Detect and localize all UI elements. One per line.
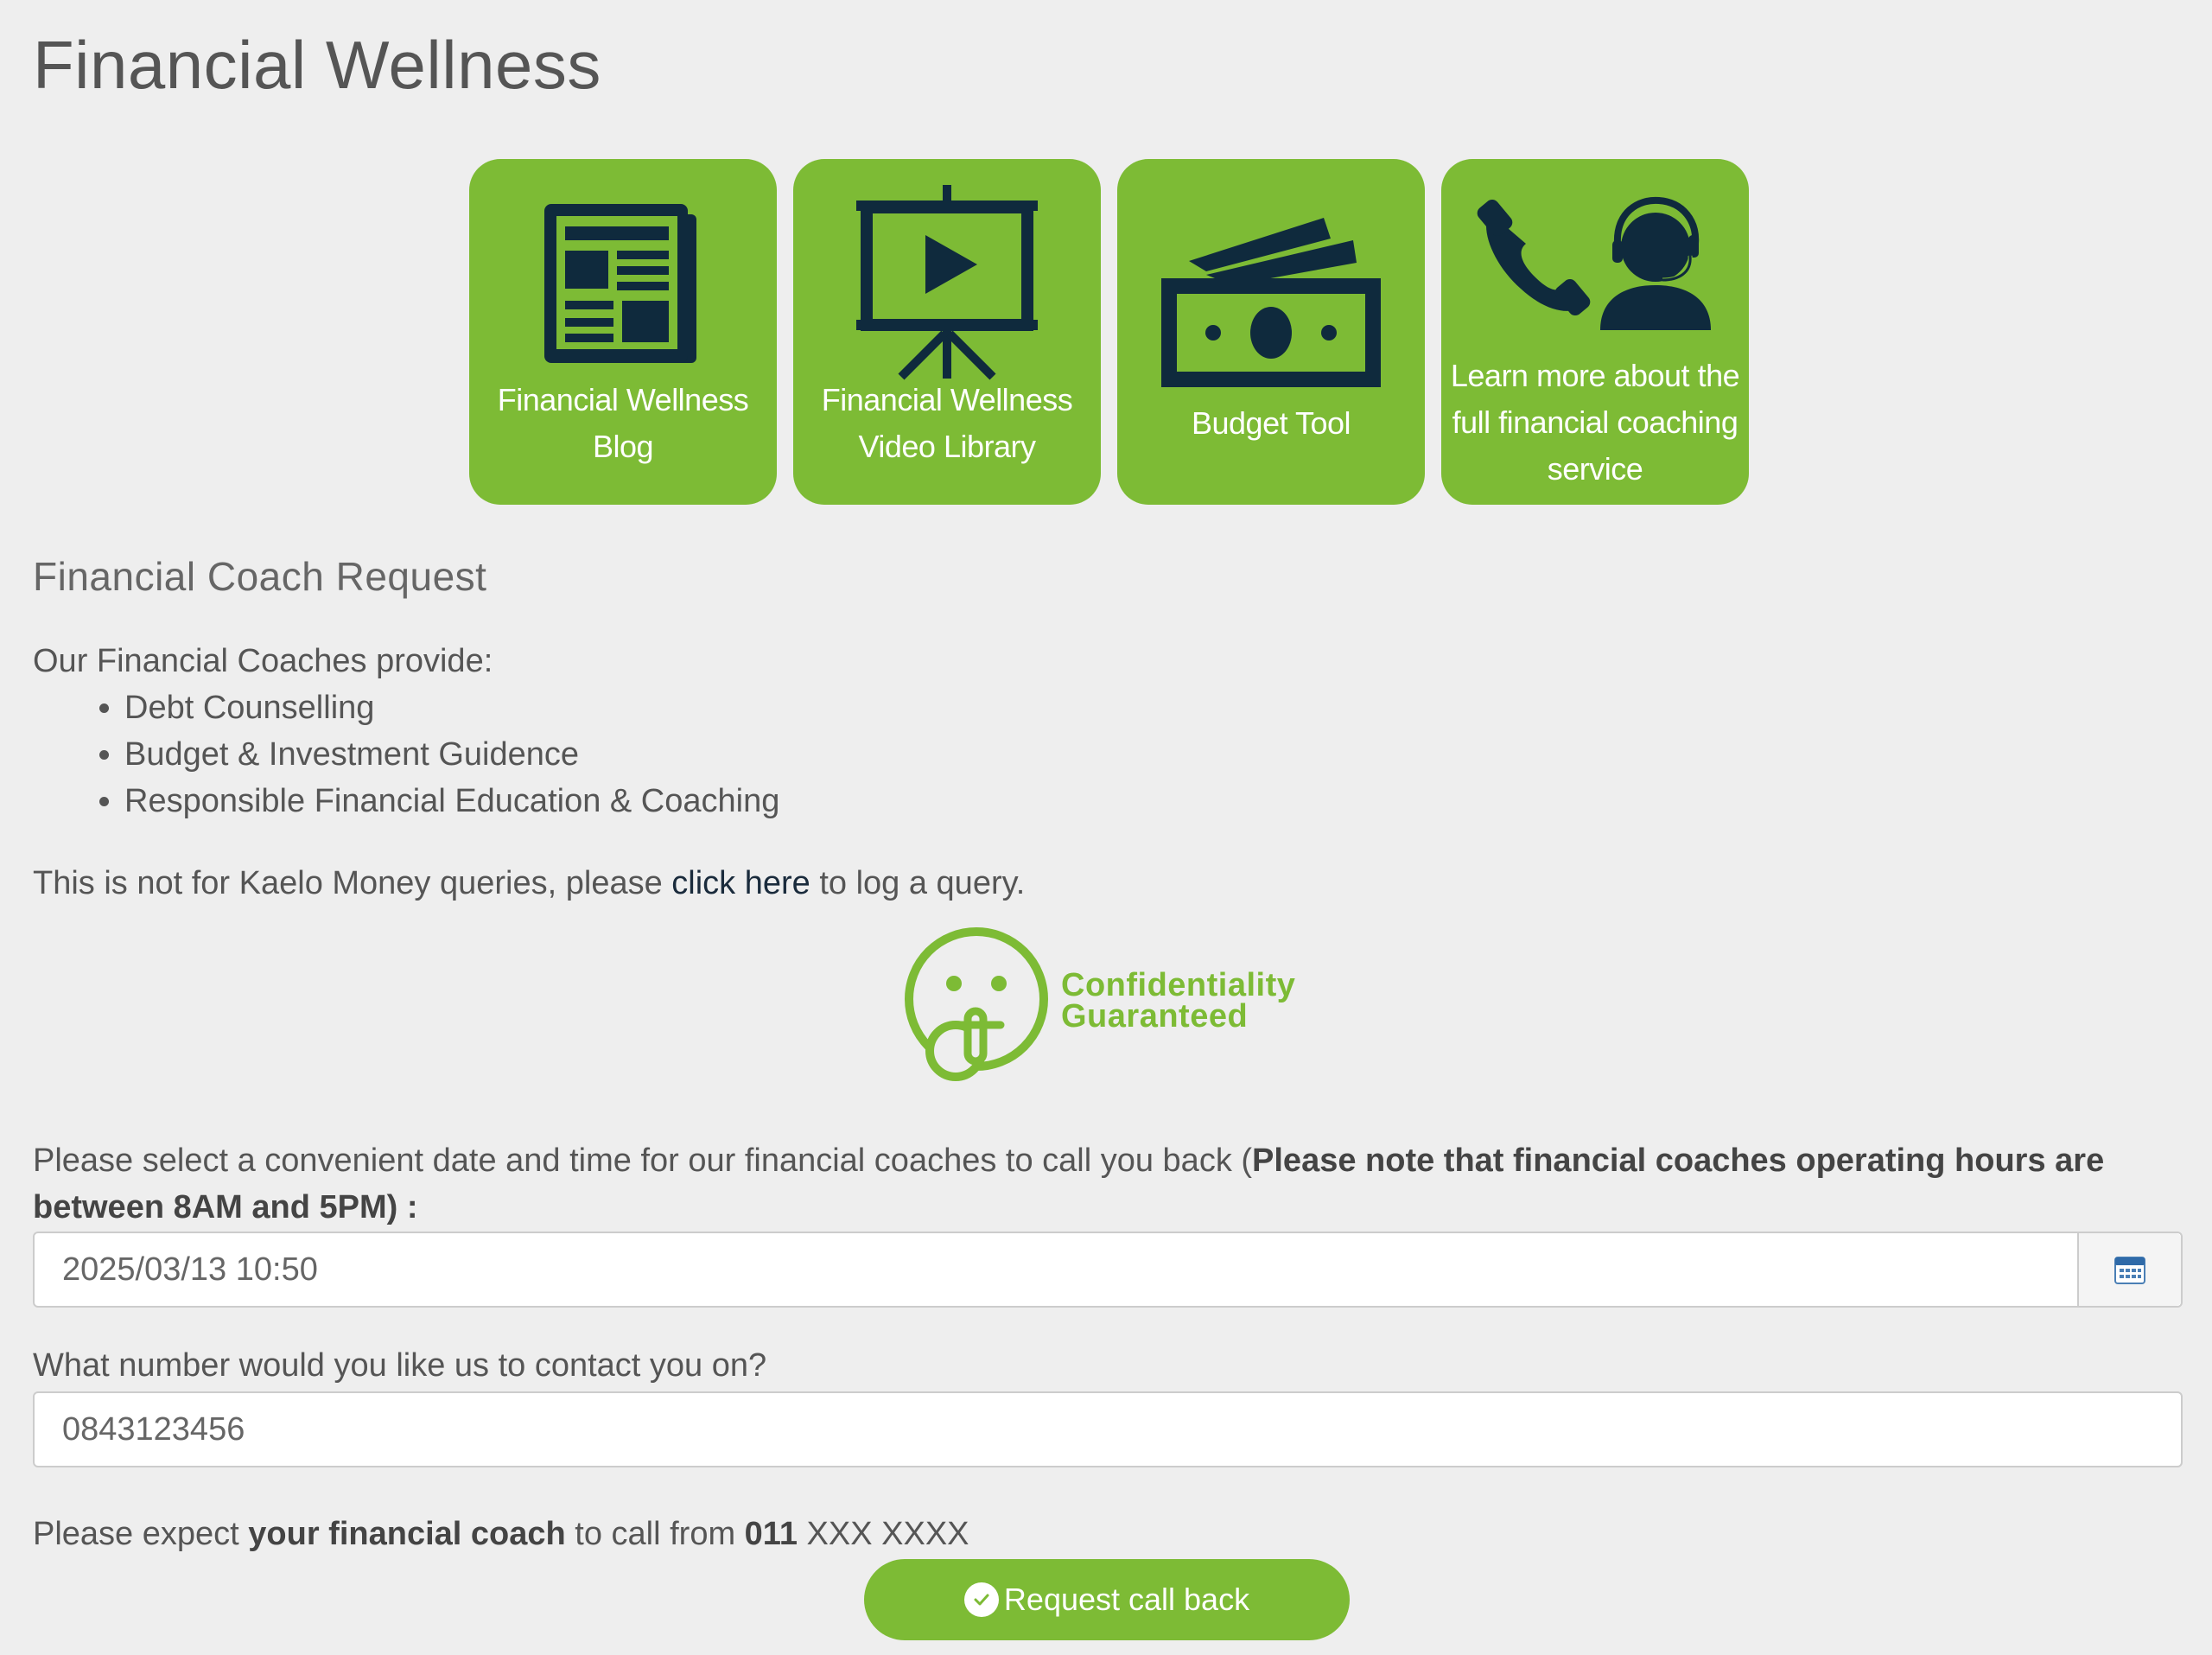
calendar-icon bbox=[2114, 1257, 2145, 1284]
tile-label: Budget Tool bbox=[1192, 405, 1351, 441]
tile-label: Learn more about the full financial coac… bbox=[1450, 358, 1740, 487]
quick-links: Financial Wellness Blog Financial Wellne… bbox=[469, 159, 1749, 505]
expect-call-note: Please expect your financial coach to ca… bbox=[33, 1516, 969, 1552]
badge-text: Confidentiality Guaranteed bbox=[1061, 967, 1296, 1034]
page-title: Financial Wellness bbox=[33, 27, 601, 103]
tile-learn-more-coaching[interactable]: Learn more about the full financial coac… bbox=[1441, 159, 1749, 505]
newspaper-icon bbox=[544, 204, 696, 363]
phone-field-wrapper bbox=[33, 1391, 2183, 1467]
shush-face-icon bbox=[905, 927, 1048, 1081]
datetime-field-wrapper bbox=[33, 1232, 2183, 1308]
section-heading: Financial Coach Request bbox=[33, 554, 487, 599]
click-here-link[interactable]: click here bbox=[671, 865, 810, 901]
datetime-label: Please select a convenient date and time… bbox=[33, 1143, 2105, 1225]
phone-input[interactable] bbox=[35, 1393, 2177, 1466]
calendar-button[interactable] bbox=[2077, 1233, 2181, 1306]
video-presentation-icon bbox=[856, 185, 1038, 380]
confidentiality-badge: Confidentiality Guaranteed bbox=[904, 925, 1319, 1089]
request-call-back-button[interactable]: Request call back bbox=[864, 1559, 1350, 1640]
tile-financial-wellness-blog[interactable]: Financial Wellness Blog bbox=[469, 159, 777, 505]
datetime-input[interactable] bbox=[35, 1233, 2074, 1306]
tile-budget-tool[interactable]: Budget Tool bbox=[1117, 159, 1425, 505]
phone-label: What number would you like us to contact… bbox=[33, 1347, 767, 1384]
services-list: Debt Counselling Budget & Investment Gui… bbox=[33, 684, 779, 824]
cash-icon bbox=[1161, 218, 1381, 387]
tile-financial-wellness-video-library[interactable]: Financial Wellness Video Library bbox=[793, 159, 1101, 505]
check-circle-icon bbox=[963, 1582, 999, 1617]
services-intro: Our Financial Coaches provide: bbox=[33, 643, 493, 679]
tile-label: Financial Wellness Video Library bbox=[821, 382, 1073, 464]
phone-agent-icon bbox=[1477, 196, 1711, 330]
button-label: Request call back bbox=[1003, 1582, 1250, 1617]
list-item: Responsible Financial Education & Coachi… bbox=[124, 778, 779, 824]
tile-label: Financial Wellness Blog bbox=[497, 382, 749, 464]
kaelo-money-note: This is not for Kaelo Money queries, ple… bbox=[33, 865, 1026, 901]
list-item: Debt Counselling bbox=[124, 684, 779, 731]
list-item: Budget & Investment Guidence bbox=[124, 731, 779, 778]
